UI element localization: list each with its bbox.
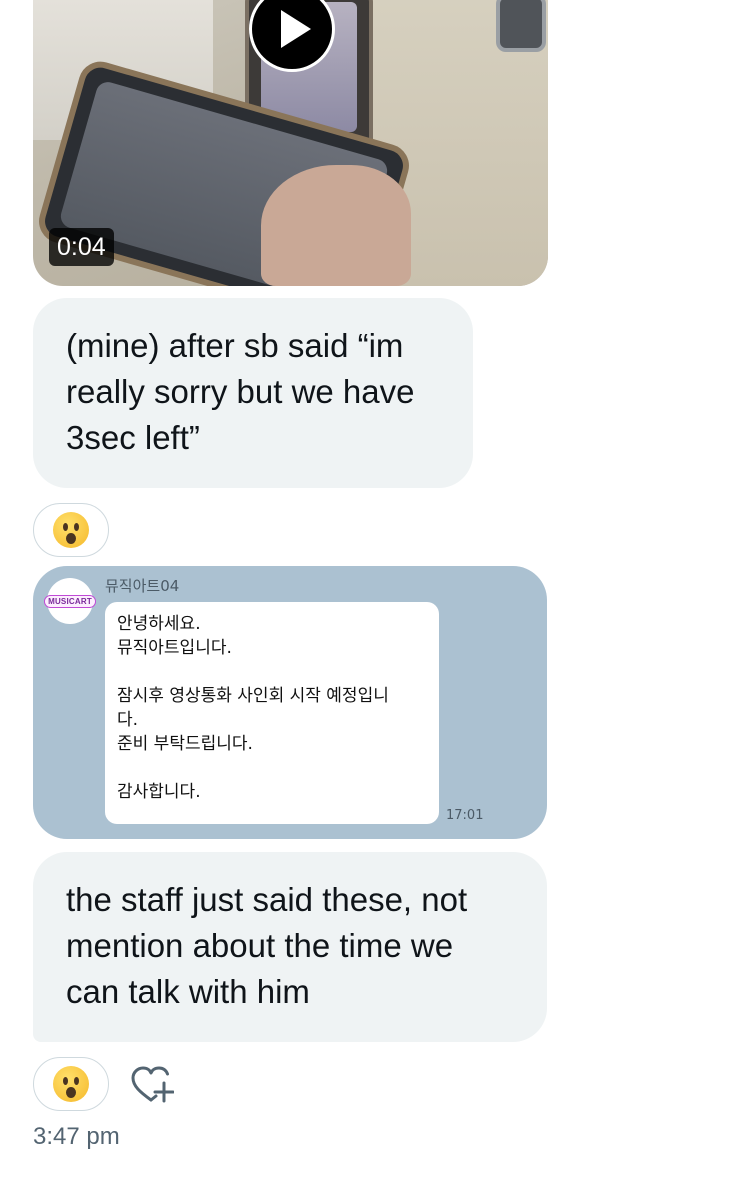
video-frame-hand [261,165,411,286]
musicart-logo: MUSICART [44,594,96,608]
message-timestamp: 3:47 pm [33,1123,120,1150]
sender-name: 뮤직아트04 [105,577,180,595]
astonished-face-icon [53,1066,89,1102]
reaction-badge[interactable] [33,1057,109,1111]
message-bubble[interactable]: the staff just said these, not mention a… [33,852,547,1042]
chat-message: 안녕하세요. 뮤직아트입니다. 잠시후 영상통화 사인회 시작 예정입니 다. … [105,602,439,824]
astonished-face-icon [53,512,89,548]
heart-plus-icon[interactable] [130,1066,175,1106]
video-frame-device [496,0,546,52]
message-bubble[interactable]: (mine) after sb said “im really sorry bu… [33,298,473,488]
reaction-badge[interactable] [33,503,109,557]
avatar: MUSICART [44,578,96,624]
video-attachment[interactable]: 0:04 [33,0,548,286]
video-duration: 0:04 [49,228,114,266]
chat-time: 17:01 [446,808,484,823]
image-attachment[interactable]: MUSICART 뮤직아트04 안녕하세요. 뮤직아트입니다. 잠시후 영상통화… [33,566,547,839]
